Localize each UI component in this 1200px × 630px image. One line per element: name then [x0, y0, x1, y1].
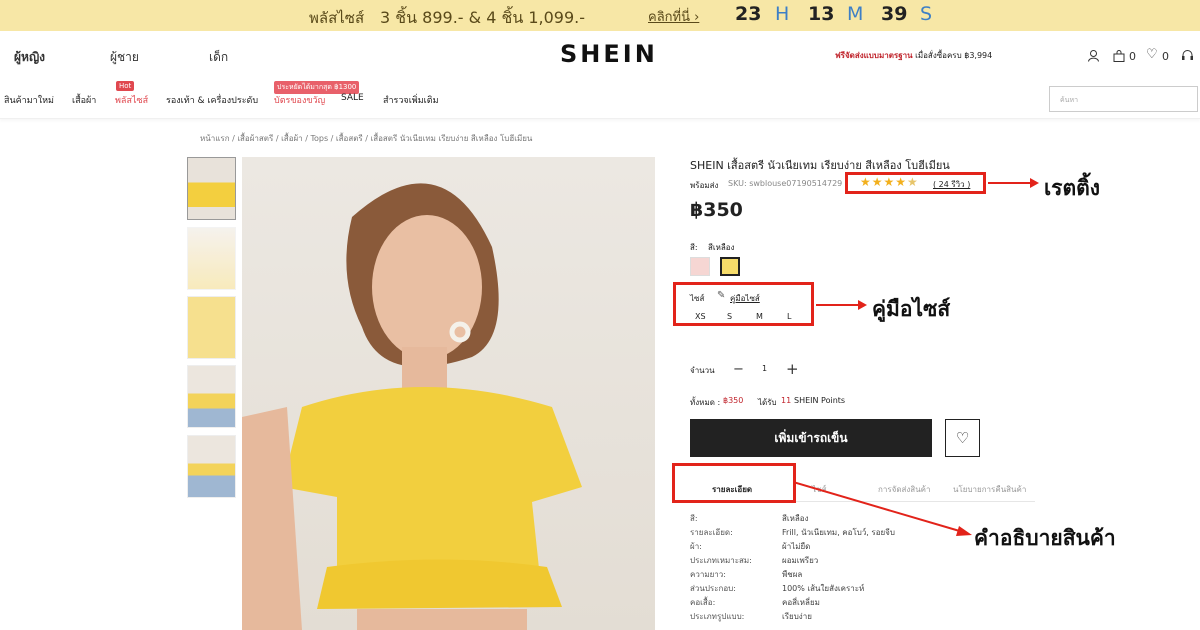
thumbnail-4[interactable]: [187, 365, 236, 428]
heart-icon: ♡: [955, 429, 970, 447]
promo-deal: 3 ชิ้น 899.- & 4 ชิ้น 1,099.-: [380, 8, 586, 27]
cat-shoes-accessories[interactable]: รองเท้า & เครื่องประดับ: [166, 93, 258, 107]
thumbnail-1[interactable]: [187, 157, 236, 220]
free-shipping-bold: ฟรีจัดส่งแบบมาตรฐาน: [835, 51, 913, 60]
bag-icon[interactable]: [1113, 50, 1125, 62]
detail-label: คอเสื้อ:: [690, 598, 716, 607]
user-icon[interactable]: [1088, 50, 1099, 62]
quantity-label: จำนวน: [690, 366, 715, 375]
color-swatch-yellow[interactable]: [720, 257, 740, 276]
detail-value: พืชผล: [782, 570, 803, 579]
detail-value: ผอมเพรียว: [782, 556, 819, 565]
points-prefix: ได้รับ: [758, 398, 777, 407]
description-annotation: คำอธิบายสินค้า: [974, 526, 1116, 550]
quantity-minus-button[interactable]: −: [733, 362, 744, 377]
points-suffix: SHEIN Points: [794, 396, 846, 405]
detail-label: ผ้า:: [690, 542, 702, 551]
rating-arrow: [988, 178, 1039, 188]
details-highlight-box: [672, 463, 796, 503]
rating-highlight-box: [845, 172, 986, 194]
countdown-seconds: 39: [881, 3, 908, 25]
nav-women[interactable]: ผู้หญิง: [14, 48, 45, 67]
color-label: สี:: [690, 243, 698, 252]
detail-value: เรียบง่าย: [782, 612, 812, 621]
hot-badge: Hot: [116, 81, 135, 91]
size-guide-arrow: [816, 300, 867, 310]
thumbnail-3[interactable]: [187, 296, 236, 359]
nav-kids[interactable]: เด็ก: [209, 48, 228, 67]
product-price: ฿350: [690, 199, 743, 221]
shein-logo[interactable]: SHEIN: [560, 40, 658, 68]
cat-explore[interactable]: สำรวจเพิ่มเติม: [383, 93, 439, 107]
thumbnail-2[interactable]: [187, 227, 236, 290]
search-placeholder: ค้นหา: [1060, 96, 1079, 104]
wishlist-icon[interactable]: ♡: [1146, 47, 1158, 62]
product-main-image[interactable]: [242, 157, 655, 630]
product-sku: SKU: swblouse07190514729: [728, 179, 843, 188]
detail-value: 100% เส้นใยสังเคราะห์: [782, 584, 865, 593]
wishlist-button[interactable]: ♡: [945, 419, 980, 457]
countdown-s-label: S: [920, 3, 933, 25]
breadcrumb[interactable]: หน้าแรก / เสื้อผ้าสตรี / เสื้อผ้า / Tops…: [200, 132, 532, 145]
quantity-value[interactable]: 1: [762, 364, 767, 373]
thumbnail-5[interactable]: [187, 435, 236, 498]
color-value: สีเหลือง: [708, 243, 735, 252]
bag-count: 0: [1129, 50, 1136, 63]
nav-men[interactable]: ผู้ชาย: [110, 48, 139, 67]
model-illustration: [242, 183, 582, 630]
promo-click-link[interactable]: คลิกที่นี่ ›: [648, 6, 699, 27]
detail-label: รายละเอียด:: [690, 528, 733, 537]
detail-label: ประเภทรูปแบบ:: [690, 612, 745, 621]
countdown-minutes: 13: [808, 3, 835, 25]
headset-icon[interactable]: [1181, 49, 1194, 62]
detail-value: ผ้าไม่ยืด: [782, 542, 811, 551]
cat-sale[interactable]: SALE: [341, 93, 364, 103]
detail-label: ประเภทเหมาะสม:: [690, 556, 752, 565]
detail-value: คอสี่เหลี่ยม: [782, 598, 820, 607]
total-label: ทั้งหมด :: [690, 398, 721, 407]
size-guide-annotation: คู่มือไซส์: [872, 297, 951, 321]
cat-clothing[interactable]: เสื้อผ้า: [72, 93, 96, 107]
detail-label: ส่วนประกอบ:: [690, 584, 736, 593]
points-value: 11: [781, 396, 792, 405]
countdown-m-label: M: [847, 3, 864, 25]
cat-new-in[interactable]: สินค้ามาใหม่: [4, 93, 54, 107]
detail-label: สี:: [690, 514, 698, 523]
promo-bar[interactable]: พลัสไซส์ 3 ชิ้น 899.- & 4 ชิ้น 1,099.- ค…: [0, 0, 1200, 31]
wishlist-count: 0: [1162, 50, 1169, 63]
countdown-hours: 23: [735, 3, 762, 25]
cat-gift-card[interactable]: บัตรของขวัญ: [274, 93, 325, 107]
color-swatch-pink[interactable]: [690, 257, 710, 276]
size-guide-highlight-box: [673, 282, 814, 326]
free-shipping-rest: เมื่อสั่งซื้อครบ ฿3,994: [912, 51, 993, 60]
stock-status: พร้อมส่ง: [690, 181, 719, 190]
promo-label: พลัสไซส์: [309, 9, 365, 27]
cat-plus-size[interactable]: พลัสไซส์: [115, 93, 148, 107]
countdown-h-label: H: [775, 3, 790, 25]
detail-label: ความยาว:: [690, 570, 726, 579]
search-input[interactable]: ค้นหา: [1049, 86, 1198, 112]
rating-annotation: เรตติ้ง: [1044, 176, 1100, 200]
detail-value: Frill, นัวเนียเทม, คอโบว์, รอยจีบ: [782, 528, 895, 537]
free-shipping-notice: ฟรีจัดส่งแบบมาตรฐาน เมื่อสั่งซื้อครบ ฿3,…: [835, 49, 992, 62]
total-value: ฿350: [723, 396, 744, 405]
add-to-cart-button[interactable]: เพิ่มเข้ารถเข็น: [690, 419, 932, 457]
quantity-plus-button[interactable]: +: [786, 360, 799, 378]
detail-value: สีเหลือง: [782, 514, 809, 523]
